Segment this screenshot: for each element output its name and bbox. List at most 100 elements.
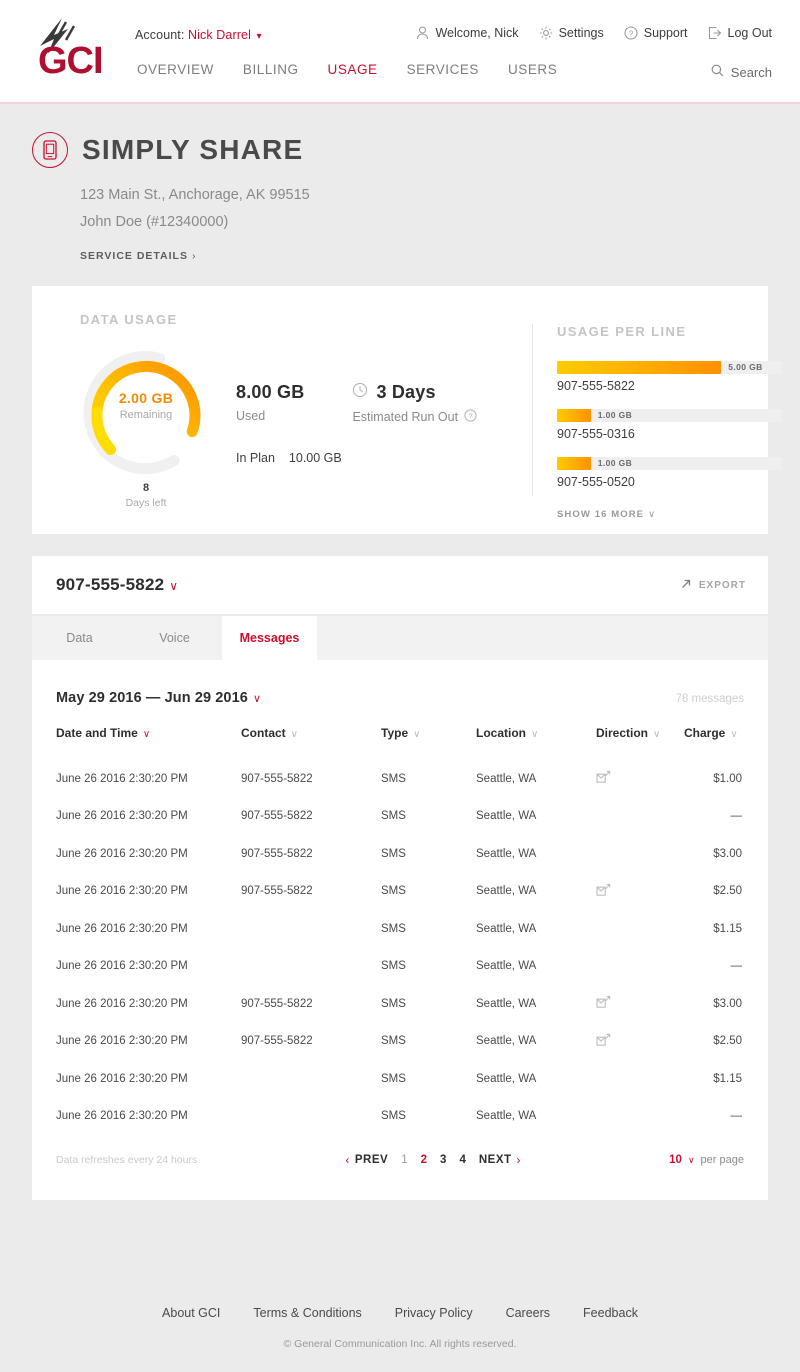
tab-data[interactable]: Data — [32, 616, 127, 660]
chevron-down-icon: ∨ — [730, 729, 738, 740]
column-type[interactable]: Type ∨ — [381, 726, 476, 760]
column-direction[interactable]: Direction ∨ — [596, 726, 684, 760]
prev-page-button[interactable]: ‹ PREV — [345, 1153, 388, 1167]
service-address-block: 123 Main St., Anchorage, AK 99515 John D… — [80, 182, 800, 236]
nav-item-users[interactable]: USERS — [508, 62, 557, 77]
table-row[interactable]: June 26 2016 2:30:20 PM 907-555-5822 SMS Se… — [56, 1023, 744, 1061]
nav-item-usage[interactable]: USAGE — [328, 62, 378, 77]
line-usage-item[interactable]: 5.00 GB 907-555-5822 — [557, 361, 782, 393]
line-selector[interactable]: 907-555-5822 ∨ — [56, 575, 178, 595]
table-row[interactable]: June 26 2016 2:30:20 PM 907-555-5822 SMS Se… — [56, 873, 744, 911]
nav-item-billing[interactable]: BILLING — [243, 62, 299, 77]
page-title: SIMPLY SHARE — [82, 134, 304, 165]
chevron-down-icon: ∨ — [413, 729, 421, 740]
cell-contact: 907-555-5822 — [241, 847, 313, 860]
per-page-selector[interactable]: 10 ∨ per page — [669, 1154, 744, 1166]
utility-item-settings[interactable]: Settings — [539, 26, 604, 40]
used-value: 8.00 GB — [236, 382, 305, 402]
footer-link[interactable]: Feedback — [583, 1306, 638, 1320]
cell-charge: — — [730, 810, 743, 823]
cell-type: SMS — [381, 810, 406, 823]
footer-link[interactable]: Privacy Policy — [395, 1306, 473, 1320]
table-row[interactable]: June 26 2016 2:30:20 PM 907-555-5822 SMS Se… — [56, 760, 744, 798]
chevron-right-icon: › — [191, 250, 197, 262]
cell-type: SMS — [381, 1035, 406, 1048]
nav-item-overview[interactable]: OVERVIEW — [137, 62, 214, 77]
column-charge[interactable]: Charge ∨ — [684, 726, 744, 760]
line-usage-bar-track: 1.00 GB — [557, 409, 782, 422]
page-button-4[interactable]: 4 — [459, 1154, 465, 1166]
page-button-1[interactable]: 1 — [401, 1154, 407, 1166]
cell-charge: $3.00 — [713, 997, 742, 1010]
app-page: GCI Account: Nick Darrel ▾ Welcome, Nick… — [0, 0, 800, 1372]
cell-location: Seattle, WA — [476, 922, 537, 935]
cell-date-and-time: June 26 2016 2:30:20 PM — [56, 847, 188, 860]
utility-item-logout[interactable]: Log Out — [708, 26, 772, 40]
export-button[interactable]: EXPORT — [680, 578, 746, 593]
table-row[interactable]: June 26 2016 2:30:20 PM SMS Seattle, WA $1.… — [56, 910, 744, 948]
account-label: Account: — [135, 28, 185, 42]
date-range-selector[interactable]: May 29 2016 — Jun 29 2016 ∨ — [56, 690, 261, 706]
site-footer: About GCI Terms & Conditions Privacy Polic… — [0, 1306, 800, 1350]
column-contact[interactable]: Contact ∨ — [241, 726, 381, 760]
refresh-note: Data refreshes every 24 hours — [56, 1154, 198, 1166]
line-usage-number: 907-555-5822 — [557, 379, 635, 393]
runout-label-row: Estimated Run Out ? — [352, 409, 477, 425]
table-pagination: Data refreshes every 24 hours ‹ PREV 1 2 … — [56, 1153, 744, 1181]
chevron-down-icon: ∨ — [142, 729, 151, 740]
search-button[interactable]: Search — [711, 64, 772, 80]
cell-charge: $3.00 — [713, 847, 742, 860]
show-more-label: SHOW 16 MORE — [557, 509, 645, 520]
table-row[interactable]: June 26 2016 2:30:20 PM 907-555-5822 SMS Se… — [56, 835, 744, 873]
chevron-down-icon: ∨ — [653, 729, 661, 740]
line-usage-bar-fill — [557, 457, 591, 470]
cell-contact: 907-555-5822 — [241, 885, 313, 898]
account-switcher[interactable]: Account: Nick Darrel ▾ — [135, 28, 262, 42]
cell-direction — [596, 873, 684, 911]
chevron-down-icon: ∨ — [290, 729, 298, 740]
utility-label: Settings — [558, 26, 604, 40]
table-row[interactable]: June 26 2016 2:30:20 PM SMS Seattle, WA — — [56, 1098, 744, 1136]
cell-date-and-time: June 26 2016 2:30:20 PM — [56, 810, 188, 823]
page-button-3[interactable]: 3 — [440, 1154, 446, 1166]
data-usage-section-title: DATA USAGE — [80, 312, 178, 327]
outgoing-message-icon — [596, 996, 611, 1012]
tab-messages[interactable]: Messages — [222, 616, 317, 660]
utility-label: Support — [643, 26, 688, 40]
donut-center-label: 2.00 GB Remaining — [80, 390, 212, 421]
footer-link[interactable]: Terms & Conditions — [253, 1306, 361, 1320]
usage-per-line-panel: USAGE PER LINE 5.00 GB 907-555-5822 1.00… — [532, 324, 782, 520]
cell-direction — [596, 910, 684, 948]
table-row[interactable]: June 26 2016 2:30:20 PM SMS Seattle, WA $1.… — [56, 1060, 744, 1098]
chevron-down-icon: ∨ — [687, 1154, 695, 1165]
search-label: Search — [730, 64, 772, 80]
table-row[interactable]: June 26 2016 2:30:20 PM 907-555-5822 SMS Se… — [56, 985, 744, 1023]
line-usage-item[interactable]: 1.00 GB 907-555-0316 — [557, 409, 782, 441]
gci-logo[interactable]: GCI — [18, 16, 118, 82]
line-usage-item[interactable]: 1.00 GB 907-555-0520 — [557, 457, 782, 489]
table-row[interactable]: June 26 2016 2:30:20 PM SMS Seattle, WA — — [56, 948, 744, 986]
utility-item-support[interactable]: ? Support — [624, 26, 688, 40]
data-usage-card: DATA USAGE 2.00 GB Remaining 8 Days left… — [32, 286, 782, 534]
tab-voice[interactable]: Voice — [127, 616, 222, 660]
service-address: 123 Main St., Anchorage, AK 99515 — [80, 187, 310, 203]
service-details-link[interactable]: SERVICE DETAILS › — [80, 250, 800, 262]
cell-charge: — — [730, 1110, 743, 1123]
table-row[interactable]: June 26 2016 2:30:20 PM 907-555-5822 SMS Se… — [56, 798, 744, 836]
show-more-lines-button[interactable]: SHOW 16 MORE ∨ — [557, 509, 782, 520]
cell-date-and-time: June 26 2016 2:30:20 PM — [56, 1110, 188, 1123]
footer-link[interactable]: About GCI — [162, 1306, 220, 1320]
column-location[interactable]: Location ∨ — [476, 726, 596, 760]
info-question-icon[interactable]: ? — [464, 409, 477, 425]
footer-link[interactable]: Careers — [506, 1306, 550, 1320]
export-arrow-icon — [680, 578, 692, 593]
cell-type: SMS — [381, 997, 406, 1010]
utility-item-welcome[interactable]: Welcome, Nick — [416, 26, 519, 40]
nav-item-services[interactable]: SERVICES — [407, 62, 479, 77]
page-button-2[interactable]: 2 — [421, 1154, 427, 1166]
chevron-down-icon: ∨ — [252, 693, 262, 705]
next-page-button[interactable]: NEXT › — [479, 1153, 521, 1167]
cell-direction — [596, 948, 684, 986]
messages-table: Date and Time ∨ Contact ∨ Type ∨ Location ∨ … — [56, 726, 744, 1135]
column-date-and-time[interactable]: Date and Time ∨ — [56, 726, 241, 760]
